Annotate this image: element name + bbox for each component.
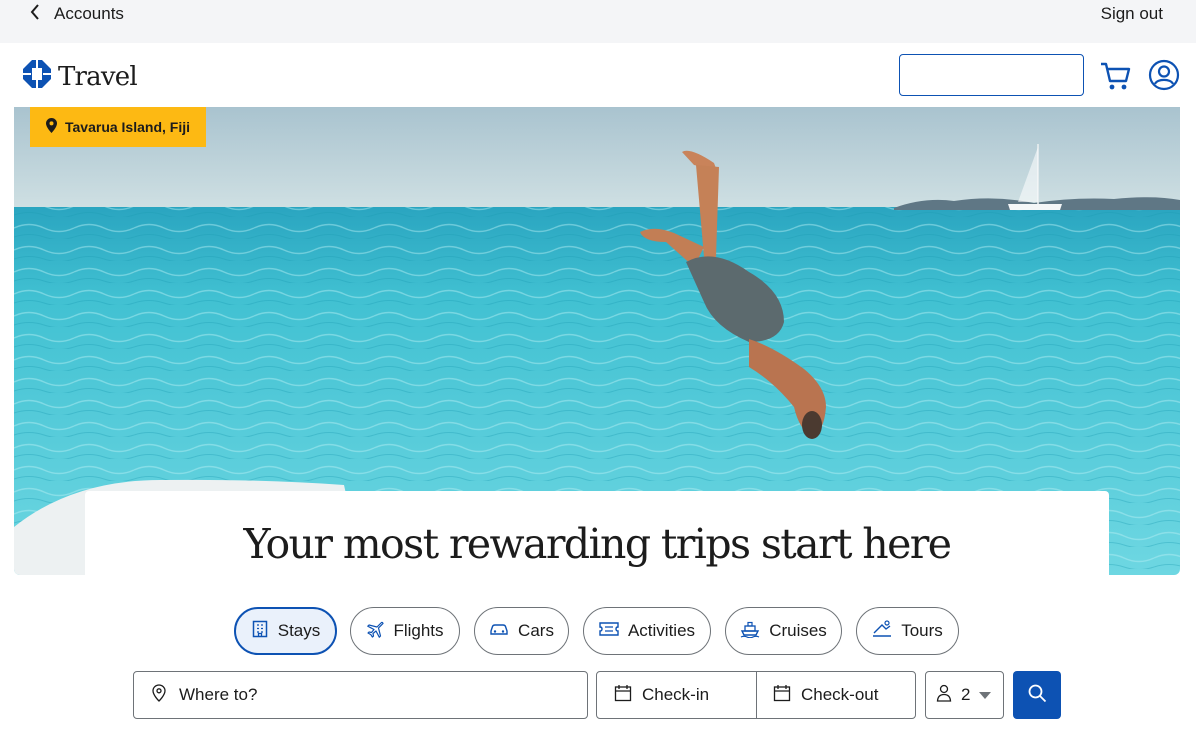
map-pin-outline-icon <box>152 683 166 707</box>
tab-cars[interactable]: Cars <box>474 607 569 655</box>
chevron-left-icon <box>30 3 40 25</box>
map-pin-icon <box>46 118 57 136</box>
guests-select[interactable]: 2 <box>925 671 1004 719</box>
tab-label: Stays <box>277 621 321 640</box>
chevron-down-icon <box>979 685 992 705</box>
logo-text: Travel <box>58 61 138 92</box>
cart-icon[interactable] <box>1100 61 1132 91</box>
travel-logo[interactable]: Travel <box>22 59 138 94</box>
tab-label: Activities <box>627 621 696 640</box>
calendar-icon <box>614 684 632 707</box>
person-icon <box>936 684 952 707</box>
back-link-label: Accounts <box>54 4 124 23</box>
tab-label: Cruises <box>769 621 827 640</box>
octagon-logo-icon <box>22 59 52 94</box>
tab-label: Cars <box>518 621 554 640</box>
hero-headline: Your most rewarding trips start here <box>243 520 952 568</box>
checkout-label: Check-out <box>801 685 879 704</box>
checkout-field[interactable]: Check-out <box>756 671 916 719</box>
tab-label: Flights <box>393 621 444 640</box>
sign-out-link[interactable]: Sign out <box>1101 3 1163 25</box>
destination-placeholder: Where to? <box>179 685 258 704</box>
checkin-label: Check-in <box>642 685 710 704</box>
account-profile-icon[interactable] <box>1148 59 1180 91</box>
tab-activities[interactable]: Activities <box>583 607 711 655</box>
header-search-input[interactable] <box>899 54 1084 96</box>
guests-count: 2 <box>961 685 971 704</box>
destination-field[interactable]: Where to? <box>133 671 588 719</box>
location-badge: Tavarua Island, Fiji <box>30 107 207 147</box>
tour-icon <box>872 619 892 643</box>
building-icon <box>251 620 269 643</box>
search-icon <box>1027 683 1047 708</box>
back-to-accounts-link[interactable]: Accounts <box>30 3 124 25</box>
airplane-icon <box>366 620 385 643</box>
site-header: Travel <box>0 43 1196 107</box>
tab-label: Tours <box>901 621 943 640</box>
calendar-icon <box>773 684 791 707</box>
travel-search-form: Where to? Check-in Check-out 2 <box>0 671 1196 719</box>
headline-card: Your most rewarding trips start here <box>85 491 1109 575</box>
booking-category-tabs: Stays Flights Cars Activities Cruises To… <box>0 607 1196 655</box>
ship-icon <box>740 620 760 643</box>
car-icon <box>489 621 509 642</box>
tab-stays[interactable]: Stays <box>234 607 337 655</box>
tab-cruises[interactable]: Cruises <box>725 607 842 655</box>
ticket-icon <box>599 621 619 641</box>
top-utility-bar: Accounts Sign out <box>0 0 1196 43</box>
checkin-field[interactable]: Check-in <box>596 671 757 719</box>
tab-tours[interactable]: Tours <box>856 607 959 655</box>
location-label: Tavarua Island, Fiji <box>65 119 191 135</box>
search-button[interactable] <box>1013 671 1061 719</box>
tab-flights[interactable]: Flights <box>350 607 460 655</box>
